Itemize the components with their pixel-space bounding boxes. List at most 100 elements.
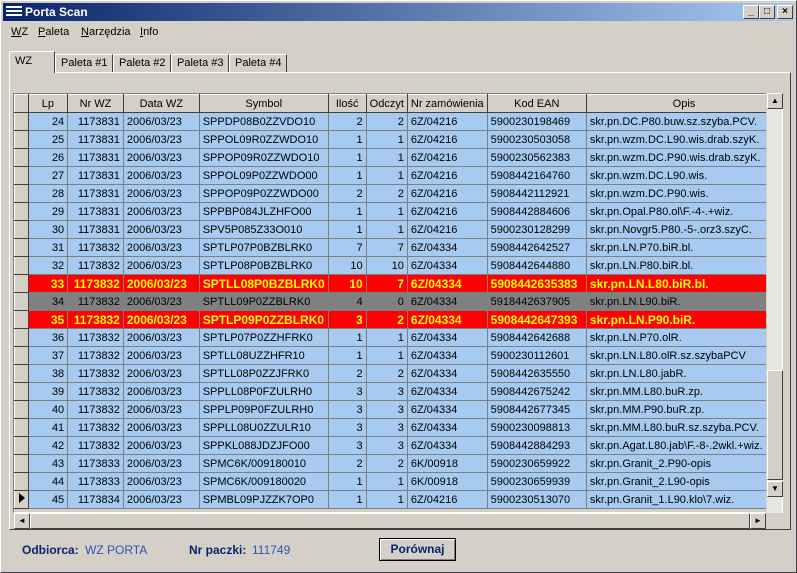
cell-nr-zamowienia[interactable]: 6Z/04334 xyxy=(407,382,488,401)
cell-kod-ean[interactable]: 5900230513070 xyxy=(487,490,587,509)
row-indicator[interactable] xyxy=(14,202,29,221)
cell-data-wz[interactable]: 2006/03/23 xyxy=(123,364,200,383)
cell-lp[interactable]: 27 xyxy=(28,166,69,185)
table-row[interactable]: 44 1173833 2006/03/23 SPMC6K/009180020 1 1 6K/… xyxy=(14,472,782,491)
cell-lp[interactable]: 39 xyxy=(28,382,69,401)
header-symbol[interactable]: Symbol xyxy=(198,94,329,113)
cell-nr-wz[interactable]: 1173832 xyxy=(67,346,124,365)
cell-symbol[interactable]: SPTLP09P0ZZBLRK0 xyxy=(199,310,329,329)
cell-nr-wz[interactable]: 1173832 xyxy=(67,382,124,401)
cell-data-wz[interactable]: 2006/03/23 xyxy=(123,382,200,401)
cell-odczyt[interactable]: 1 xyxy=(366,130,408,149)
cell-nr-zamowienia[interactable]: 6Z/04216 xyxy=(407,220,488,239)
cell-lp[interactable]: 28 xyxy=(28,184,69,203)
cell-ilosc[interactable]: 3 xyxy=(328,436,367,455)
close-button[interactable]: × xyxy=(777,5,793,19)
cell-nr-zamowienia[interactable]: 6Z/04216 xyxy=(407,166,488,185)
cell-nr-zamowienia[interactable]: 6K/00918 xyxy=(407,472,488,491)
cell-nr-zamowienia[interactable]: 6Z/04216 xyxy=(407,130,488,149)
cell-kod-ean[interactable]: 5908442644880 xyxy=(487,256,587,275)
cell-data-wz[interactable]: 2006/03/23 xyxy=(123,490,200,509)
cell-opis[interactable]: skr.pn.Granit_2.L90-opis xyxy=(586,472,782,491)
cell-symbol[interactable]: SPTLL09P0ZZBLRK0 xyxy=(199,292,329,311)
cell-data-wz[interactable]: 2006/03/23 xyxy=(123,346,200,365)
cell-symbol[interactable]: SPTLL08P0BZBLRK0 xyxy=(199,274,329,293)
table-row[interactable]: 31 1173832 2006/03/23 SPTLP07P0BZBLRK0 7 7 6Z/… xyxy=(14,238,782,257)
table-row[interactable]: 37 1173832 2006/03/23 SPTLL08UZZHFR10 1 1 6Z/0… xyxy=(14,346,782,365)
table-row[interactable]: 29 1173831 2006/03/23 SPPBP084JLZHFO00 1 1 6Z/… xyxy=(14,202,782,221)
cell-opis[interactable]: skr.pn.Opal.P80.ol\F.-4-.+wiz. xyxy=(586,202,782,221)
cell-lp[interactable]: 42 xyxy=(28,436,69,455)
cell-odczyt[interactable]: 3 xyxy=(366,382,408,401)
cell-ilosc[interactable]: 1 xyxy=(328,328,367,347)
cell-nr-wz[interactable]: 1173832 xyxy=(67,238,124,257)
cell-symbol[interactable]: SPV5P085Z33O010 xyxy=(199,220,329,239)
row-indicator[interactable] xyxy=(14,310,29,329)
cell-nr-wz[interactable]: 1173831 xyxy=(67,184,124,203)
cell-ilosc[interactable]: 1 xyxy=(328,472,367,491)
row-indicator[interactable] xyxy=(14,220,29,239)
table-row[interactable]: 42 1173832 2006/03/23 SPPKL088JDZJFO00 3 3 6Z/… xyxy=(14,436,782,455)
cell-opis[interactable]: skr.pn.LN.P70.olR. xyxy=(586,328,782,347)
cell-kod-ean[interactable]: 5908442635383 xyxy=(487,274,587,293)
cell-kod-ean[interactable]: 5908442112921 xyxy=(487,184,587,203)
cell-odczyt[interactable]: 1 xyxy=(366,328,408,347)
cell-ilosc[interactable]: 2 xyxy=(328,454,367,473)
cell-nr-wz[interactable]: 1173832 xyxy=(67,436,124,455)
menu-info[interactable]: Info xyxy=(140,26,158,38)
cell-lp[interactable]: 25 xyxy=(28,130,69,149)
cell-symbol[interactable]: SPPOL09P0ZZWDO00 xyxy=(199,166,329,185)
tab-paleta-4[interactable]: Paleta #4 xyxy=(229,54,287,73)
cell-kod-ean[interactable]: 5900230112601 xyxy=(487,346,587,365)
row-indicator[interactable] xyxy=(14,184,29,203)
cell-lp[interactable]: 30 xyxy=(28,220,69,239)
row-indicator[interactable] xyxy=(14,274,29,293)
cell-ilosc[interactable]: 3 xyxy=(328,400,367,419)
cell-kod-ean[interactable]: 5908442675242 xyxy=(487,382,587,401)
table-row[interactable]: 33 1173832 2006/03/23 SPTLL08P0BZBLRK0 10 7 6Z… xyxy=(14,274,782,293)
header-nr-zamowienia[interactable]: Nr zamówienia xyxy=(406,94,488,113)
cell-lp[interactable]: 29 xyxy=(28,202,69,221)
menu-paleta[interactable]: Paleta xyxy=(38,26,69,38)
cell-ilosc[interactable]: 3 xyxy=(328,418,367,437)
minimize-button[interactable]: _ xyxy=(743,5,759,19)
cell-kod-ean[interactable]: 5900230562383 xyxy=(487,148,587,167)
cell-nr-wz[interactable]: 1173832 xyxy=(67,310,124,329)
cell-symbol[interactable]: SPMC6K/009180010 xyxy=(199,454,329,473)
cell-symbol[interactable]: SPTLP07P0ZZHFRK0 xyxy=(199,328,329,347)
table-row[interactable]: 43 1173833 2006/03/23 SPMC6K/009180010 2 2 6K/… xyxy=(14,454,782,473)
cell-ilosc[interactable]: 1 xyxy=(328,220,367,239)
cell-opis[interactable]: skr.pn.LN.P70.biR.bl. xyxy=(586,238,782,257)
cell-ilosc[interactable]: 10 xyxy=(328,256,367,275)
cell-nr-zamowienia[interactable]: 6Z/04334 xyxy=(407,328,488,347)
cell-odczyt[interactable]: 10 xyxy=(366,256,408,275)
cell-data-wz[interactable]: 2006/03/23 xyxy=(123,472,200,491)
row-indicator[interactable] xyxy=(14,166,29,185)
cell-symbol[interactable]: SPPLL08P0FZULRH0 xyxy=(199,382,329,401)
tab-wz[interactable]: WZ xyxy=(9,51,55,73)
compare-button[interactable]: Porównaj xyxy=(379,538,456,561)
cell-lp[interactable]: 40 xyxy=(28,400,69,419)
menu-wz[interactable]: WZ xyxy=(11,26,28,38)
row-indicator[interactable] xyxy=(14,148,29,167)
cell-data-wz[interactable]: 2006/03/23 xyxy=(123,166,200,185)
cell-lp[interactable]: 34 xyxy=(28,292,69,311)
cell-odczyt[interactable]: 1 xyxy=(366,346,408,365)
cell-lp[interactable]: 41 xyxy=(28,418,69,437)
cell-lp[interactable]: 24 xyxy=(28,112,69,131)
cell-nr-zamowienia[interactable]: 6Z/04334 xyxy=(407,418,488,437)
row-indicator[interactable] xyxy=(14,346,29,365)
table-row[interactable]: 38 1173832 2006/03/23 SPTLL08P0ZZJFRK0 2 2 6Z/… xyxy=(14,364,782,383)
tab-paleta-1[interactable]: Paleta #1 xyxy=(55,54,113,73)
table-row[interactable]: 40 1173832 2006/03/23 SPPLP09P0FZULRH0 3 3 6Z/… xyxy=(14,400,782,419)
cell-data-wz[interactable]: 2006/03/23 xyxy=(123,328,200,347)
tab-paleta-2[interactable]: Paleta #2 xyxy=(113,54,171,73)
cell-kod-ean[interactable]: 5900230503058 xyxy=(487,130,587,149)
cell-symbol[interactable]: SPMBL09PJZZK7OP0 xyxy=(199,490,329,509)
cell-nr-zamowienia[interactable]: 6Z/04334 xyxy=(407,274,488,293)
cell-symbol[interactable]: SPPBP084JLZHFO00 xyxy=(199,202,329,221)
cell-nr-zamowienia[interactable]: 6Z/04334 xyxy=(407,400,488,419)
cell-symbol[interactable]: SPTLL08UZZHFR10 xyxy=(199,346,329,365)
cell-data-wz[interactable]: 2006/03/23 xyxy=(123,310,200,329)
table-row[interactable]: 30 1173831 2006/03/23 SPV5P085Z33O010 1 1 6Z/0… xyxy=(14,220,782,239)
